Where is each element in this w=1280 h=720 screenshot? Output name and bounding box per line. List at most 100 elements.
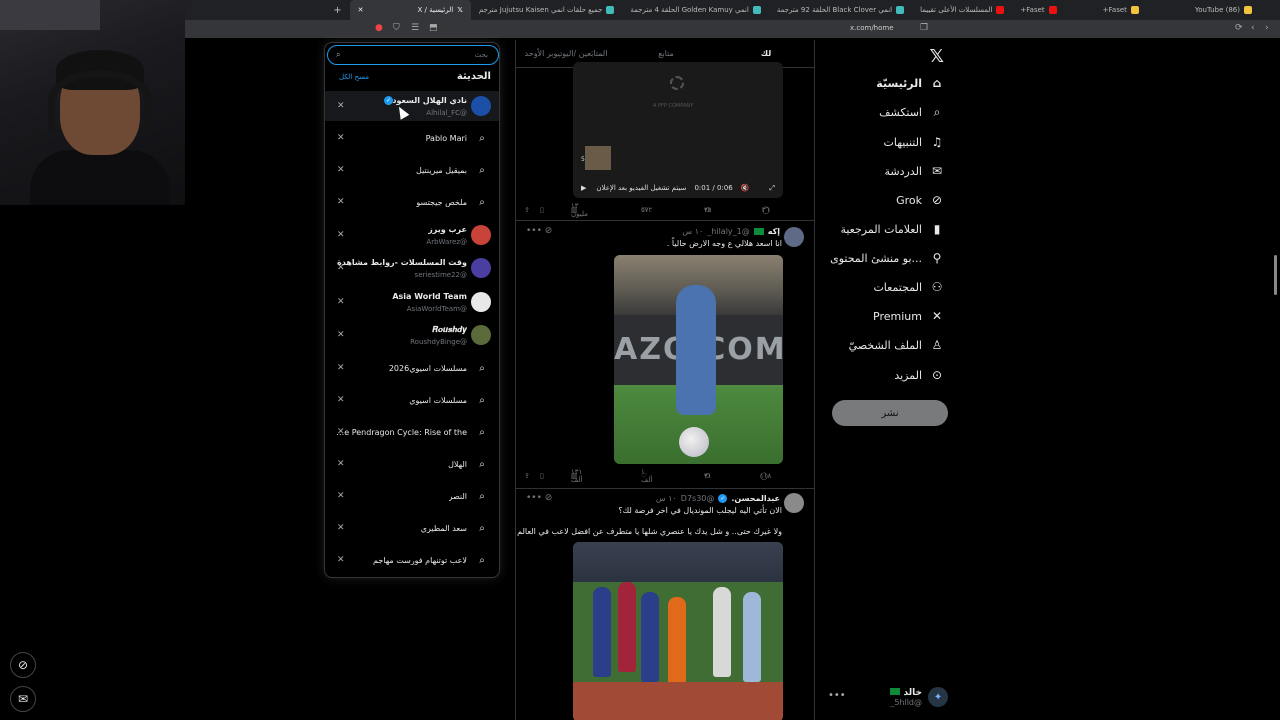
recent-search-query[interactable]: ⌕ لاعب توتنهام فورست مهاجم ✕ (325, 545, 499, 575)
recent-search-account[interactable]: نادي الهلال السعودي ✓ @Alhilal_FC ✕ (325, 91, 499, 121)
remove-search-icon[interactable]: ✕ (337, 230, 345, 240)
recent-search-query[interactable]: ⌕ النصر ✕ (325, 481, 499, 511)
reload-icon[interactable]: ⟳ (1235, 23, 1243, 33)
home-timeline: لك متابع المتابَعين /اليوتيوبر الأوحد A … (515, 40, 815, 720)
bookmark-icon[interactable]: ▯ (540, 206, 544, 214)
recent-search-account[interactable]: 𝑹𝒐𝒖𝒔𝒉𝒅𝒚 @RoushdyBinge ✕ (325, 320, 499, 350)
bookmark-star-icon[interactable]: ❐ (920, 23, 928, 33)
nav-communities[interactable]: ⚇ المجتمعات (873, 280, 944, 294)
flag-icon (753, 228, 764, 235)
account-handle: @5hlld_ (890, 697, 922, 707)
nav-notifications[interactable]: ♫ التنبيهات (884, 135, 944, 149)
recent-search-account[interactable]: Asia World Team @AsiaWorldTeam ✕ (325, 287, 499, 317)
browser-tab-active[interactable]: 𝕏 الرئيسية / X ✕ (349, 0, 471, 20)
remove-search-icon[interactable]: ✕ (337, 133, 345, 143)
post-time[interactable]: ١٠ س (656, 494, 677, 503)
close-tab-icon[interactable]: ✕ (358, 6, 364, 14)
remove-search-icon[interactable]: ✕ (337, 555, 345, 565)
extension-icon[interactable]: ☰ (411, 23, 419, 33)
author-handle[interactable]: @hilaly_1_ (707, 227, 749, 236)
home-icon: ⌂ (932, 76, 942, 90)
browser-tab[interactable]: انمي Golden Kamuy الحلقة 4 مترجمة (622, 0, 768, 20)
video-player[interactable]: A PFP COMPANY 5 ▶ سيتم تشغيل الفيديو بعد… (573, 62, 783, 198)
author-name[interactable]: إكه (768, 227, 780, 236)
post-time[interactable]: ١٠ س (682, 227, 703, 236)
remove-search-icon[interactable]: ✕ (337, 263, 345, 273)
remove-search-icon[interactable]: ✕ (337, 330, 345, 340)
author-handle[interactable]: @D7s30 (681, 494, 715, 503)
share-icon[interactable]: ⇪ (524, 472, 530, 480)
search-icon: ⌕ (336, 50, 341, 59)
forward-icon[interactable]: › (1265, 23, 1269, 33)
remove-search-icon[interactable]: ✕ (337, 395, 345, 405)
share-icon[interactable]: ⇪ (524, 206, 530, 214)
nav-home[interactable]: ⌂ الرئيسيّة (876, 76, 944, 90)
recent-search-query[interactable]: ⌕ Pablo Mari ✕ (325, 123, 499, 153)
post-image[interactable] (573, 542, 783, 720)
browser-tab[interactable]: (86) YouTube (1187, 0, 1260, 20)
recent-search-query[interactable]: ⌕ ملخص جيجتسو ✕ (325, 187, 499, 217)
nav-profile[interactable]: ♙ الملف الشخصيّ (849, 338, 944, 352)
browser-tab[interactable]: المسلسلات الأعلى تقييما (912, 0, 1012, 20)
search-input[interactable]: بحث ⌕ (327, 45, 499, 65)
x-logo-icon[interactable]: 𝕏 (929, 46, 944, 67)
nav-more[interactable]: ⊙ المزيد (894, 368, 944, 382)
url-text[interactable]: x.com/home (850, 24, 894, 32)
browser-tab[interactable]: Faset+ (1095, 0, 1147, 20)
avatar[interactable] (784, 227, 804, 247)
remove-search-icon[interactable]: ✕ (337, 297, 345, 307)
new-tab-button[interactable]: + (325, 0, 349, 20)
browser-tab[interactable]: انمي Black Clover الحلقة 92 مترجمة (769, 0, 912, 20)
nav-messages[interactable]: ✉ الدردشة (884, 164, 944, 178)
post-text: انا اسعد هلالي ع وجه الارض حالياً . (666, 239, 782, 248)
avatar[interactable] (784, 493, 804, 513)
shield-icon[interactable]: ⛉ (393, 23, 400, 33)
author-name[interactable]: عبدالمحسن. (731, 494, 780, 503)
remove-search-icon[interactable]: ✕ (337, 427, 345, 437)
browser-tab[interactable]: جميع حلقات انمي Jujutsu Kaisen مترجم (471, 0, 623, 20)
bookmark-icon[interactable]: ▯ (540, 472, 544, 480)
nav-bookmarks[interactable]: ▮ العلامات المرجعية (840, 222, 944, 236)
tab-favicon-icon (1130, 6, 1139, 14)
play-icon[interactable]: ▶ (581, 184, 586, 192)
remove-search-icon[interactable]: ✕ (337, 523, 345, 533)
remove-search-icon[interactable]: ✕ (337, 459, 345, 469)
more-options-icon[interactable]: ••• (828, 690, 846, 701)
tab-favicon-icon (996, 6, 1005, 14)
thumbnail-count: 5 (581, 156, 585, 163)
post-button[interactable]: نشر (832, 400, 948, 426)
recent-search-query[interactable]: ⌕ مسلسلات اسيوي2026 ✕ (325, 353, 499, 383)
recent-search-account[interactable]: عرب ويرز @ArbWarez ✕ (325, 220, 499, 250)
recent-search-query[interactable]: ⌕ The Pendragon Cycle: Rise of the ... ✕ (325, 417, 499, 447)
account-switcher[interactable]: ✦ خالد @5hlld_ ••• (820, 682, 948, 712)
nav-explore[interactable]: ⌕ استكشف (879, 105, 944, 120)
nav-creator-studio[interactable]: ⚲ ...بو منشئ المحتوى (830, 251, 944, 265)
flag-icon (890, 687, 901, 695)
post-menu-icon[interactable]: ••• ⊘ (526, 493, 552, 503)
post-menu-icon[interactable]: ••• ⊘ (526, 226, 552, 236)
post-actions: ⇪ ▯ ▥ ١٣ مليون ♡ ٥٧٢ ⟲ ٢٥ ◯ ٣٦ (524, 202, 770, 218)
back-icon[interactable]: ‹ (1251, 23, 1255, 33)
remove-search-icon[interactable]: ✕ (337, 363, 345, 373)
nav-grok[interactable]: ⊘ Grok (896, 193, 944, 207)
browser-tab[interactable]: Faset+ (1012, 0, 1064, 20)
nav-premium[interactable]: ✕ Premium (873, 309, 944, 323)
recent-search-query[interactable]: ⌕ مسلسلات اسيوي ✕ (325, 385, 499, 415)
extension-icon[interactable]: ● (375, 23, 383, 33)
grok-floating-icon[interactable]: ⊘ (10, 652, 36, 678)
recent-search-query[interactable]: ⌕ بميقيل ميرينتيل ✕ (325, 155, 499, 185)
recent-search-query[interactable]: ⌕ الهلال ✕ (325, 449, 499, 479)
remove-search-icon[interactable]: ✕ (337, 101, 345, 111)
extension-icon[interactable]: ⬒ (429, 23, 438, 33)
remove-search-icon[interactable]: ✕ (337, 165, 345, 175)
clear-all-button[interactable]: مسح الكل (339, 73, 369, 81)
mute-icon[interactable]: 🔇 (741, 184, 750, 192)
remove-search-icon[interactable]: ✕ (337, 197, 345, 207)
page-scrollbar[interactable] (1274, 255, 1277, 295)
remove-search-icon[interactable]: ✕ (337, 491, 345, 501)
recent-search-account[interactable]: وقت المسلسلات -روابط مشاهدة @seriestime2… (325, 253, 499, 283)
fullscreen-icon[interactable]: ⤢ (769, 184, 775, 193)
post-image[interactable]: AZO.COM (614, 255, 783, 464)
messages-floating-icon[interactable]: ✉ (10, 686, 36, 712)
recent-search-query[interactable]: ⌕ سعد المطيري ✕ (325, 513, 499, 543)
